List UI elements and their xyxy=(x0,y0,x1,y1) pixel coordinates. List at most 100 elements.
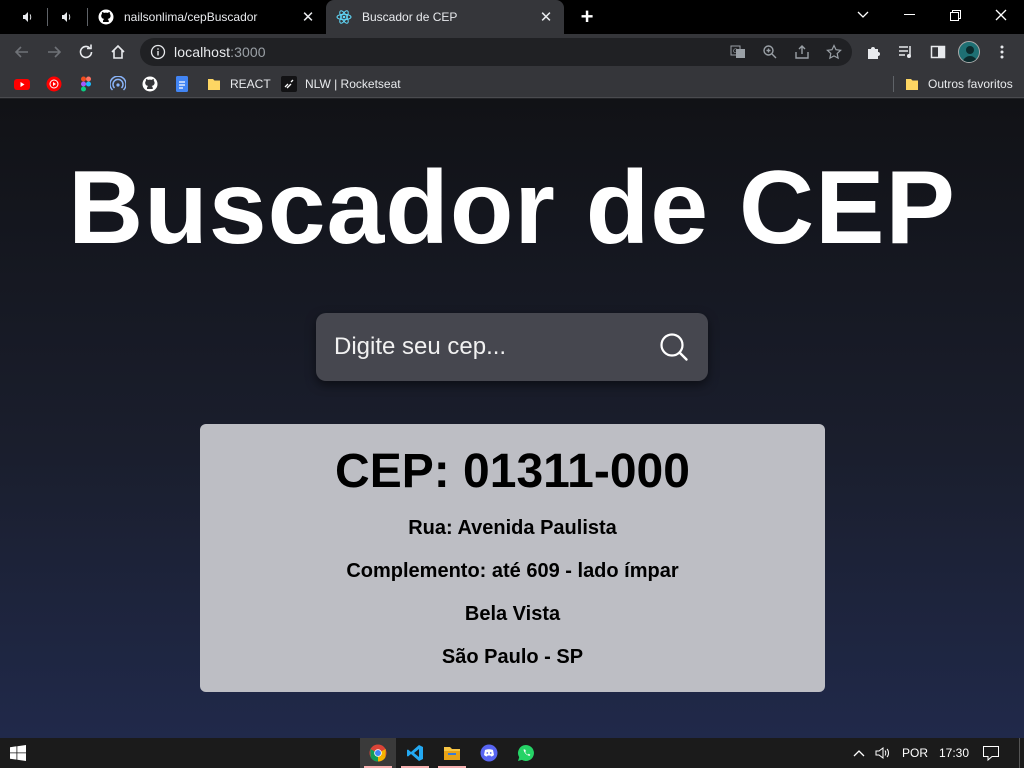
arrow-right-icon xyxy=(48,46,62,58)
bookmark-label: NLW | Rocketseat xyxy=(305,77,401,91)
discord-icon xyxy=(480,744,498,762)
back-button[interactable] xyxy=(8,38,36,66)
page-content: Buscador de CEP CEP: 01311-000 Rua: Aven… xyxy=(0,99,1024,738)
side-panel-button[interactable] xyxy=(928,42,948,62)
other-bookmarks-folder[interactable]: Outros favoritos xyxy=(904,76,1013,92)
close-tab-icon[interactable]: ✕ xyxy=(538,9,554,26)
github-icon xyxy=(142,76,158,92)
notification-center-icon xyxy=(983,746,999,762)
folder-icon xyxy=(904,76,920,92)
bookmark-label: Outros favoritos xyxy=(928,77,1013,91)
taskbar-chrome[interactable] xyxy=(360,738,396,768)
language-indicator[interactable]: POR xyxy=(902,738,928,768)
volume-icon xyxy=(875,747,889,759)
svg-text:G: G xyxy=(733,48,738,55)
bookmark-nlw-rocketseat[interactable]: NLW | Rocketseat xyxy=(281,76,401,92)
restore-icon xyxy=(949,9,961,21)
windows-taskbar: POR 17:30 xyxy=(0,738,1024,768)
browser-toolbar: localhost:3000 G xyxy=(0,34,1024,70)
start-button[interactable] xyxy=(0,738,36,768)
page-title: Buscador de CEP xyxy=(68,150,956,266)
reload-button[interactable] xyxy=(72,38,100,66)
side-panel-icon xyxy=(930,45,946,59)
bookmark-github[interactable] xyxy=(142,76,158,92)
tab-separator xyxy=(47,8,48,26)
volume-button[interactable] xyxy=(875,745,891,761)
figma-icon xyxy=(81,76,91,92)
bookmark-figma[interactable] xyxy=(78,76,94,92)
file-explorer-icon xyxy=(444,747,460,760)
browser-tab-strip: nailsonlima/cepBuscador ✕ Buscador de CE… xyxy=(0,0,1024,34)
minimize-button[interactable] xyxy=(886,0,932,30)
complement-text: Complemento: até 609 - lado ímpar xyxy=(346,560,679,582)
chevron-up-icon xyxy=(853,750,865,757)
city-state-text: São Paulo - SP xyxy=(441,646,584,668)
speaker-icon xyxy=(23,12,32,22)
react-icon xyxy=(336,9,352,25)
tab-title: nailsonlima/cepBuscador xyxy=(124,10,258,24)
bookmark-star-icon[interactable] xyxy=(826,44,842,60)
media-control-button[interactable] xyxy=(896,42,916,62)
close-icon xyxy=(995,9,1007,21)
profile-avatar[interactable] xyxy=(958,41,980,63)
restore-button[interactable] xyxy=(932,0,978,30)
forward-button[interactable] xyxy=(40,38,68,66)
whatsapp-icon xyxy=(518,745,534,761)
show-desktop-button[interactable] xyxy=(1019,738,1020,768)
notifications-button[interactable] xyxy=(982,744,1000,762)
home-button[interactable] xyxy=(104,38,132,66)
search-icon xyxy=(660,333,688,361)
close-window-button[interactable] xyxy=(978,0,1024,30)
podcast-icon xyxy=(110,76,126,91)
avatar-icon xyxy=(962,46,978,62)
cep-result-card: CEP: 01311-000 Rua: Avenida Paulista Com… xyxy=(200,424,825,692)
search-button[interactable] xyxy=(658,331,690,363)
pinned-tab-audio-2[interactable] xyxy=(49,4,85,30)
url-text: localhost:3000 xyxy=(174,44,266,60)
tab-buscador-de-cep[interactable]: Buscador de CEP ✕ xyxy=(326,0,564,34)
extensions-button[interactable] xyxy=(864,42,884,62)
folder-icon xyxy=(206,76,222,92)
close-tab-icon[interactable]: ✕ xyxy=(300,9,316,26)
new-tab-button[interactable]: + xyxy=(574,4,600,29)
puzzle-icon xyxy=(868,47,880,59)
translate-icon[interactable]: G xyxy=(730,44,746,60)
rocketseat-icon xyxy=(281,76,297,92)
youtube-icon xyxy=(14,79,30,90)
bookmark-youtube[interactable] xyxy=(14,76,30,92)
tab-cepbuscador-github[interactable]: nailsonlima/cepBuscador ✕ xyxy=(88,0,326,34)
search-box xyxy=(316,313,708,381)
chevron-down-icon xyxy=(857,11,869,18)
github-icon xyxy=(98,9,114,25)
arrow-left-icon xyxy=(14,46,28,58)
clock[interactable]: 17:30 xyxy=(939,738,969,768)
minimize-icon xyxy=(903,14,915,15)
bookmark-youtube-music[interactable] xyxy=(46,76,62,92)
address-bar[interactable]: localhost:3000 G xyxy=(140,38,852,66)
cep-search-input[interactable] xyxy=(334,327,654,367)
taskbar-vscode[interactable] xyxy=(397,738,433,768)
home-icon xyxy=(111,44,125,59)
bookmarks-bar: REACT NLW | Rocketseat Outros favoritos xyxy=(0,70,1024,98)
bookmark-google-docs[interactable] xyxy=(174,76,190,92)
info-icon[interactable] xyxy=(150,44,166,60)
url-port: :3000 xyxy=(230,44,266,60)
zoom-icon[interactable] xyxy=(762,44,778,60)
bookmarks-separator xyxy=(893,76,894,92)
taskbar-discord[interactable] xyxy=(471,738,507,768)
browser-menu-button[interactable] xyxy=(992,42,1012,62)
chrome-icon xyxy=(369,744,387,762)
share-icon[interactable] xyxy=(794,44,810,60)
tab-title: Buscador de CEP xyxy=(362,10,458,24)
kebab-menu-icon xyxy=(1000,45,1004,59)
bookmark-label: REACT xyxy=(230,77,271,91)
bookmark-podcast[interactable] xyxy=(110,76,126,92)
url-host: localhost xyxy=(174,44,231,60)
tab-search-button[interactable] xyxy=(840,0,886,30)
bookmark-folder-react[interactable]: REACT xyxy=(206,76,271,92)
pinned-tab-audio-1[interactable] xyxy=(10,4,46,30)
taskbar-whatsapp[interactable] xyxy=(508,738,544,768)
neighborhood-text: Bela Vista xyxy=(464,603,561,625)
taskbar-file-explorer[interactable] xyxy=(434,738,470,768)
show-hidden-icons-button[interactable] xyxy=(851,745,867,761)
